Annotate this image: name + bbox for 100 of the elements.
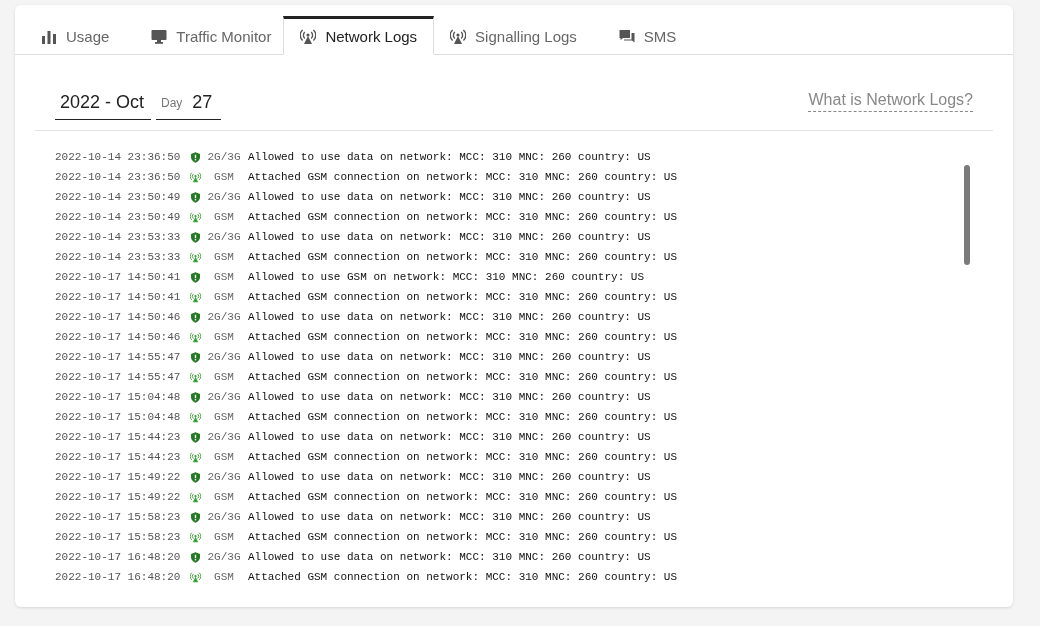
network-type: GSM bbox=[213, 271, 235, 283]
network-type: 2G/3G bbox=[206, 391, 242, 403]
antenna-icon bbox=[190, 211, 201, 223]
tab[interactable]: Usage bbox=[15, 16, 126, 55]
antenna-icon bbox=[450, 28, 467, 45]
antenna-icon bbox=[190, 251, 201, 263]
antenna-icon bbox=[190, 451, 201, 463]
log-timestamp: 2022-10-17 14:55:47 bbox=[55, 351, 182, 363]
log-message: Attached GSM connection on network: MCC: 310 MNC: 260 country: US bbox=[248, 491, 678, 503]
log-message: Allowed to use data on network: MCC: 310 MNC: 260 country: US bbox=[248, 511, 651, 523]
tab[interactable]: Network Logs bbox=[283, 16, 435, 55]
antenna-icon bbox=[190, 171, 201, 183]
antenna-icon bbox=[190, 571, 201, 583]
log-timestamp: 2022-10-17 15:44:23 bbox=[55, 451, 182, 463]
log-message: Attached GSM connection on network: MCC: 310 MNC: 260 country: US bbox=[248, 531, 678, 543]
shield-icon bbox=[190, 231, 201, 243]
log-message: Allowed to use data on network: MCC: 310 MNC: 260 country: US bbox=[248, 311, 651, 323]
shield-icon bbox=[190, 271, 201, 283]
log-message: Allowed to use data on network: MCC: 310 MNC: 260 country: US bbox=[248, 351, 651, 363]
network-type: 2G/3G bbox=[206, 151, 242, 163]
log-timestamp: 2022-10-17 14:50:41 bbox=[55, 291, 182, 303]
network-type: 2G/3G bbox=[206, 431, 242, 443]
log-timestamp: 2022-10-17 15:04:48 bbox=[55, 411, 182, 423]
shield-icon bbox=[190, 551, 201, 563]
log-message: Attached GSM connection on network: MCC: 310 MNC: 260 country: US bbox=[248, 211, 678, 223]
log-timestamp: 2022-10-17 14:55:47 bbox=[55, 371, 182, 383]
log-timestamp: 2022-10-14 23:53:33 bbox=[55, 251, 182, 263]
antenna-icon bbox=[190, 491, 201, 503]
log-timestamp: 2022-10-17 14:50:46 bbox=[55, 331, 182, 343]
log-timestamp: 2022-10-14 23:53:33 bbox=[55, 231, 182, 243]
shield-icon bbox=[190, 311, 201, 323]
log-timestamp: 2022-10-17 15:49:22 bbox=[55, 491, 182, 503]
network-type: 2G/3G bbox=[206, 191, 242, 203]
antenna-icon bbox=[190, 331, 201, 343]
network-type: 2G/3G bbox=[206, 351, 242, 363]
log-message: Allowed to use data on network: MCC: 310 MNC: 260 country: US bbox=[248, 231, 651, 243]
network-type: 2G/3G bbox=[206, 511, 242, 523]
log-timestamp: 2022-10-17 15:44:23 bbox=[55, 431, 182, 443]
field-label: Day bbox=[161, 95, 183, 110]
log-message: Allowed to use data on network: MCC: 310 MNC: 260 country: US bbox=[248, 151, 651, 163]
shield-icon bbox=[190, 391, 201, 403]
log-message: Attached GSM connection on network: MCC: 310 MNC: 260 country: US bbox=[248, 291, 678, 303]
network-type: GSM bbox=[213, 571, 235, 583]
scrollbar[interactable] bbox=[964, 165, 970, 265]
shield-icon bbox=[190, 191, 201, 203]
log-message: Allowed to use data on network: MCC: 310 MNC: 260 country: US bbox=[248, 471, 651, 483]
bar-chart-icon bbox=[41, 28, 57, 45]
log-message: Allowed to use data on network: MCC: 310 MNC: 260 country: US bbox=[248, 431, 651, 443]
network-type: GSM bbox=[213, 451, 235, 463]
log-message: Allowed to use data on network: MCC: 310 MNC: 260 country: US bbox=[248, 391, 651, 403]
network-type: GSM bbox=[213, 411, 235, 423]
antenna-icon bbox=[190, 531, 201, 543]
antenna-icon bbox=[190, 411, 201, 423]
log-timestamp: 2022-10-14 23:50:49 bbox=[55, 191, 182, 203]
log-timestamp: 2022-10-17 14:50:46 bbox=[55, 311, 182, 323]
network-type: 2G/3G bbox=[206, 471, 242, 483]
log-timestamp: 2022-10-14 23:36:50 bbox=[55, 171, 182, 183]
network-type: GSM bbox=[213, 531, 235, 543]
network-type: GSM bbox=[213, 371, 235, 383]
help-link[interactable]: What is Network Logs? bbox=[808, 91, 973, 112]
antenna-icon bbox=[300, 28, 317, 45]
log-timestamp: 2022-10-14 23:36:50 bbox=[55, 151, 182, 163]
log-message: Allowed to use GSM on network: MCC: 310 MNC: 260 country: US bbox=[248, 271, 645, 283]
log-timestamp: 2022-10-17 15:58:23 bbox=[55, 531, 182, 543]
network-type: GSM bbox=[213, 291, 235, 303]
antenna-icon bbox=[190, 371, 201, 383]
network-type: GSM bbox=[213, 251, 235, 263]
network-type: GSM bbox=[213, 491, 235, 503]
antenna-icon bbox=[190, 291, 201, 303]
log-message: Attached GSM connection on network: MCC: 310 MNC: 260 country: US bbox=[248, 251, 678, 263]
network-type: GSM bbox=[213, 331, 235, 343]
network-type: 2G/3G bbox=[206, 311, 242, 323]
tab[interactable]: SMS bbox=[592, 16, 693, 55]
shield-icon bbox=[190, 511, 201, 523]
network-type: 2G/3G bbox=[206, 551, 242, 563]
log-timestamp: 2022-10-17 15:49:22 bbox=[55, 471, 182, 483]
network-type: GSM bbox=[213, 211, 235, 223]
network-type: GSM bbox=[213, 171, 235, 183]
log-timestamp: 2022-10-17 16:48:20 bbox=[55, 571, 182, 583]
log-timestamp: 2022-10-17 15:58:23 bbox=[55, 511, 182, 523]
log-timestamp: 2022-10-17 14:50:41 bbox=[55, 271, 182, 283]
network-type: 2G/3G bbox=[206, 231, 242, 243]
chat-icon bbox=[618, 28, 635, 45]
log-message: Attached GSM connection on network: MCC: 310 MNC: 260 country: US bbox=[248, 371, 678, 383]
tab[interactable]: Signalling Logs bbox=[434, 16, 593, 55]
shield-icon bbox=[190, 151, 201, 163]
day-value: 27 bbox=[192, 92, 213, 113]
shield-icon bbox=[190, 351, 201, 363]
log-timestamp: 2022-10-17 15:04:48 bbox=[55, 391, 182, 403]
month-field[interactable]: 2022 - Oct bbox=[55, 86, 151, 120]
log-timestamp: 2022-10-14 23:50:49 bbox=[55, 211, 182, 223]
log-message: Attached GSM connection on network: MCC: 310 MNC: 260 country: US bbox=[248, 331, 678, 343]
tab[interactable]: Traffic Monitor bbox=[125, 16, 288, 55]
log-message: Attached GSM connection on network: MCC: 310 MNC: 260 country: US bbox=[248, 411, 678, 423]
log-timestamp: 2022-10-17 16:48:20 bbox=[55, 551, 182, 563]
log-message: Attached GSM connection on network: MCC: 310 MNC: 260 country: US bbox=[248, 171, 678, 183]
shield-icon bbox=[190, 431, 201, 443]
day-field[interactable]: Day 27 bbox=[156, 86, 221, 120]
shield-icon bbox=[190, 471, 201, 483]
log-message: Attached GSM connection on network: MCC: 310 MNC: 260 country: US bbox=[248, 451, 678, 463]
